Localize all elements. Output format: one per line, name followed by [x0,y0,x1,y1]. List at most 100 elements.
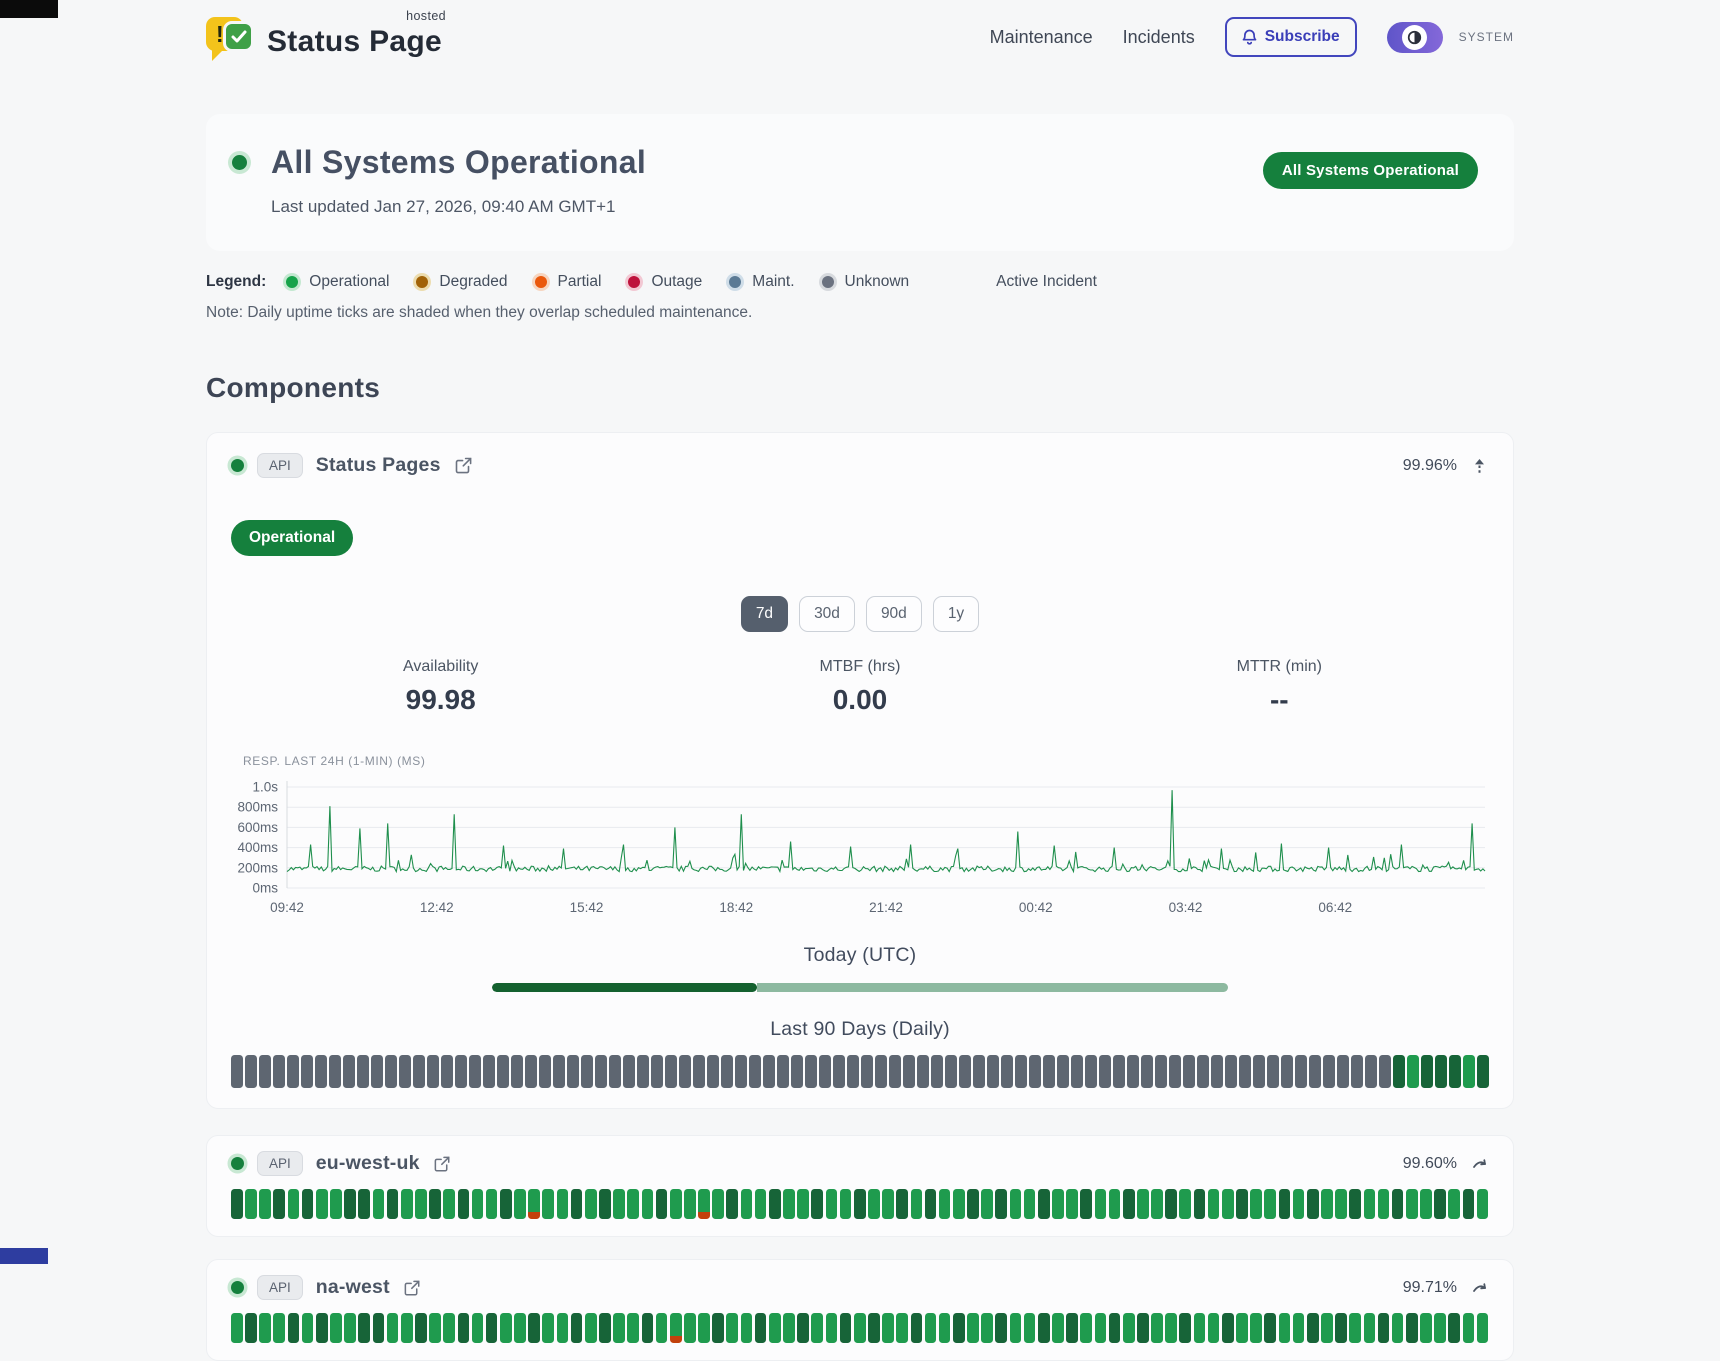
external-link-icon[interactable] [433,1155,451,1173]
uptime-tick[interactable] [443,1189,455,1219]
uptime-tick[interactable] [571,1189,583,1219]
uptime-tick[interactable] [627,1189,639,1219]
uptime-tick[interactable] [1463,1313,1475,1343]
uptime-tick[interactable] [330,1189,342,1219]
uptime-tick[interactable] [387,1313,399,1343]
uptime-tick[interactable] [1029,1055,1041,1088]
uptime-tick[interactable] [981,1313,993,1343]
uptime-tick[interactable] [1323,1055,1335,1088]
uptime-tick[interactable] [854,1189,866,1219]
uptime-tick[interactable] [1208,1313,1220,1343]
uptime-tick[interactable] [1179,1189,1191,1219]
uptime-tick[interactable] [693,1055,705,1088]
uptime-tick[interactable] [1448,1313,1460,1343]
uptime-tick[interactable] [1141,1055,1153,1088]
uptime-tick[interactable] [1435,1055,1447,1088]
uptime-tick[interactable] [1378,1313,1390,1343]
uptime-tick[interactable] [1137,1189,1149,1219]
uptime-tick[interactable] [868,1189,880,1219]
uptime-tick[interactable] [429,1313,441,1343]
uptime-tick[interactable] [875,1055,887,1088]
uptime-tick[interactable] [1279,1313,1291,1343]
uptime-tick[interactable] [1393,1055,1405,1088]
uptime-tick[interactable] [987,1055,999,1088]
uptime-tick[interactable] [443,1313,455,1343]
nav-maintenance[interactable]: Maintenance [990,27,1093,48]
uptime-tick[interactable] [373,1189,385,1219]
uptime-tick[interactable] [1321,1313,1333,1343]
uptime-tick[interactable] [458,1313,470,1343]
uptime-tick[interactable] [1253,1055,1265,1088]
uptime-tick[interactable] [500,1313,512,1343]
uptime-tick[interactable] [288,1189,300,1219]
expand-arrow-icon[interactable] [1470,1279,1489,1296]
uptime-tick[interactable] [1264,1189,1276,1219]
uptime-tick[interactable] [399,1055,411,1088]
uptime-tick[interactable] [995,1313,1007,1343]
uptime-tick[interactable] [1015,1055,1027,1088]
uptime-tick[interactable] [1127,1055,1139,1088]
uptime-tick[interactable] [455,1055,467,1088]
range-button-7d[interactable]: 7d [741,596,788,632]
uptime-tick[interactable] [791,1055,803,1088]
uptime-tick[interactable] [1351,1055,1363,1088]
uptime-tick[interactable] [1281,1055,1293,1088]
uptime-tick[interactable] [1085,1055,1097,1088]
uptime-tick[interactable] [726,1313,738,1343]
uptime-tick[interactable] [329,1055,341,1088]
uptime-tick[interactable] [741,1313,753,1343]
uptime-tick[interactable] [1179,1313,1191,1343]
uptime-tick[interactable] [1155,1055,1167,1088]
uptime-tick[interactable] [1169,1055,1181,1088]
uptime-history-90d[interactable] [231,1189,1489,1219]
uptime-tick[interactable] [344,1313,356,1343]
uptime-tick[interactable] [301,1055,313,1088]
uptime-tick[interactable] [1349,1313,1361,1343]
uptime-tick[interactable] [981,1189,993,1219]
uptime-tick[interactable] [1197,1055,1209,1088]
uptime-tick[interactable] [500,1189,512,1219]
uptime-tick[interactable] [458,1189,470,1219]
uptime-tick[interactable] [627,1313,639,1343]
uptime-tick[interactable] [599,1189,611,1219]
uptime-tick[interactable] [1095,1189,1107,1219]
uptime-tick[interactable] [1477,1189,1489,1219]
uptime-tick[interactable] [371,1055,383,1088]
uptime-tick[interactable] [939,1313,951,1343]
uptime-tick[interactable] [1264,1313,1276,1343]
uptime-tick[interactable] [623,1055,635,1088]
uptime-tick[interactable] [1335,1313,1347,1343]
uptime-tick[interactable] [1364,1189,1376,1219]
uptime-tick[interactable] [1279,1189,1291,1219]
uptime-tick[interactable] [288,1313,300,1343]
uptime-tick[interactable] [826,1313,838,1343]
uptime-tick[interactable] [903,1055,915,1088]
uptime-tick[interactable] [925,1189,937,1219]
nav-incidents[interactable]: Incidents [1123,27,1195,48]
uptime-tick[interactable] [973,1055,985,1088]
uptime-tick[interactable] [1392,1313,1404,1343]
uptime-tick[interactable] [1239,1055,1251,1088]
uptime-tick[interactable] [1420,1189,1432,1219]
uptime-tick[interactable] [1449,1055,1461,1088]
uptime-tick[interactable] [1421,1055,1433,1088]
uptime-tick[interactable] [917,1055,929,1088]
uptime-tick[interactable] [1434,1189,1446,1219]
uptime-tick[interactable] [357,1055,369,1088]
uptime-tick[interactable] [755,1189,767,1219]
uptime-tick[interactable] [637,1055,649,1088]
uptime-tick[interactable] [721,1055,733,1088]
uptime-tick[interactable] [315,1055,327,1088]
uptime-tick[interactable] [861,1055,873,1088]
brand-logo[interactable]: ! Status Page hosted [206,14,442,60]
uptime-tick[interactable] [1194,1313,1206,1343]
uptime-tick[interactable] [797,1313,809,1343]
uptime-tick[interactable] [1001,1055,1013,1088]
uptime-tick[interactable] [1123,1189,1135,1219]
uptime-tick[interactable] [819,1055,831,1088]
uptime-tick[interactable] [259,1055,271,1088]
uptime-tick[interactable] [840,1189,852,1219]
uptime-tick[interactable] [413,1055,425,1088]
uptime-tick[interactable] [373,1313,385,1343]
uptime-tick[interactable] [769,1189,781,1219]
